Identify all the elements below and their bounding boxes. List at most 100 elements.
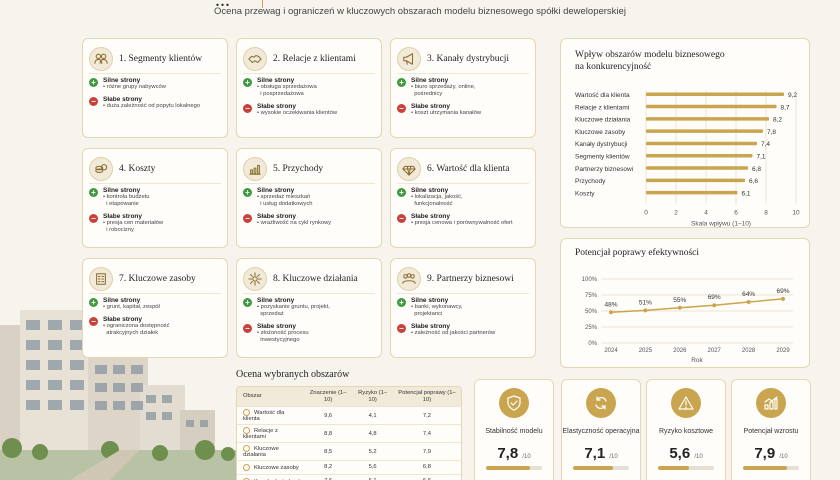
strengths-label: Silne strony [257,77,295,84]
minus-icon: − [243,214,252,223]
bar-value-label: 7,4 [761,141,770,148]
bar-category-label: Kluczowe zasoby [575,129,626,136]
weakness-text: koszt utrzymania kanałów [414,110,482,116]
strength-item: sprzedaż [257,311,330,318]
table-body: Wartość dla klienta 9,6 4,1 7,2 Relacje z kl… [237,405,461,480]
table-row: Relacje z klientami 8,8 4,8 7,4 [237,424,461,443]
bar-x-tick: 10 [792,210,800,217]
plus-icon: + [89,78,98,87]
weakness-item: • wysokie oczekiwania klientów [257,110,337,116]
bar-category-label: Partnerzy biznesowi [575,166,633,173]
table-cell-text: 4,1 [368,412,377,419]
strength-text: banki, wykonawcy, [414,304,463,310]
kpi-progress-bar [743,466,799,470]
area-assessment-table: Obszar Znaczenie (1–10) Ryzyko (1–10) Poten… [236,386,462,480]
line-x-tick: 2025 [639,348,653,354]
weaknesses-label: Słabe strony [103,213,143,220]
line-x-tick: 2028 [742,348,756,354]
table-cell-text: 4,8 [368,430,377,437]
strength-item: projektanci [411,311,463,318]
kpi-label: Ryzyko kosztowe [658,428,714,435]
weakness-text: i robocizny [106,227,134,233]
table-cell: Wartość dla klienta [237,405,304,425]
strengths-label: Silne strony [411,77,449,84]
bar-value-label: 7,8 [767,129,776,136]
line-value-label: 48% [604,301,617,308]
weakness-item: • duża zależność od popytu lokalnego [103,103,201,109]
strengths-section: + Silne strony • biuro sprzedaży, online, … [397,77,529,98]
strength-text: lokalizacja, jakość, [414,194,463,200]
card-header: 3. Kanały dystrybucji [397,44,529,74]
line-point [609,310,613,315]
weakness-item: atrakcyjnych działek [103,330,169,337]
plus-icon: + [89,188,98,197]
strengths-section: + Silne strony • sprzedaż mieszkań i usług… [243,187,375,208]
bar [646,154,753,158]
table-column-header: Obszar [237,387,304,407]
line-y-tick: 100% [582,277,598,283]
page-subtitle: Ocena przewag i ograniczeń w kluczowych … [214,6,626,17]
card-title: 7. Kluczowe zasoby [119,273,196,284]
bar [646,129,763,133]
table-cell: 8,5 [303,442,353,461]
card-title: 1. Segmenty klientów [119,53,203,64]
kpi-card: Potencjał wzrostu 7,9 /10 [731,379,811,480]
card-9: 9. Partnerzy biznesowi + Silne strony • ban… [390,258,536,358]
bar [646,178,745,183]
strength-item: • banki, wykonawcy, [411,304,463,310]
strength-text: pozyskanie gruntu, projekt, [260,304,330,310]
bar-chart: 0 2 4 6 8 10 Wartość dla klienta 9,2 Relacje z k… [575,90,800,228]
strength-text: pośrednicy [414,91,443,97]
weaknesses-section: − Słabe strony • koszt utrzymania kanałów [397,103,529,117]
card-header: 9. Partnerzy biznesowi [397,264,529,294]
handshake-icon [243,46,267,71]
line-value-label: 64% [742,291,755,298]
bar [646,190,738,195]
kpi-value-wrap: 7,1 /10 [562,445,640,462]
kpi-value-wrap: 7,8 /10 [475,445,553,462]
diamond-icon [397,156,421,181]
kpi-value: 7,1 [584,445,606,462]
bar-value-label: 9,2 [788,92,797,99]
table-cell: Kluczowe działania [237,442,304,461]
weaknesses-label: Słabe strony [257,103,297,110]
card-header: 2. Relacje z klientami [243,44,375,74]
weakness-item: • presja cen materiałów [103,220,164,226]
card-header: 5. Przychody [243,154,375,184]
kpi-label: Potencjał wzrostu [743,428,799,435]
plus-icon: + [397,78,406,87]
row-icon [243,427,250,435]
strengths-label: Silne strony [257,297,295,304]
table-cell-text: 8,8 [324,430,333,437]
table-column-header: Potencjał poprawy (1–10) [392,387,461,407]
weakness-text: złożoność procesu [260,330,309,336]
kpi-unit: /10 [694,454,703,460]
weakness-item: • wrażliwość na cykl rynkowy [257,220,332,226]
table-cell: Kluczowe zasoby [237,460,304,475]
strength-text: i etapowanie [106,201,139,207]
kpi-card: Elastyczność operacyjna 7,1 /10 [561,379,641,480]
bar-x-tick: 2 [674,210,678,217]
minus-icon: − [397,324,406,333]
strength-item: i etapowanie [103,201,150,208]
weaknesses-section: − Słabe strony • presja cenowa i porównywa… [397,213,529,227]
table-cell: 7,9 [392,442,461,461]
minus-icon: − [243,104,252,113]
bar-category-label: Kluczowe działania [575,117,631,124]
bar-value-label: 8,2 [773,117,782,124]
weaknesses-section: − Słabe strony • wysokie oczekiwania klien… [243,103,375,117]
strengths-label: Silne strony [257,187,295,194]
kpi-label: Stabilność modelu [485,428,543,435]
weakness-text: wrażliwość na cykl rynkowy [260,220,332,226]
line-value-label: 55% [673,297,686,304]
bar-category-label: Przychody [575,178,606,185]
strengths-section: + Silne strony • grunt, kapitał, zespół [89,297,221,311]
kpi-unit: /10 [779,454,788,460]
plus-icon: + [243,188,252,197]
plus-icon: + [89,298,98,307]
strength-item: • grunt, kapitał, zespół [103,304,160,310]
weaknesses-section: − Słabe strony • wrażliwość na cykl rynkow… [243,213,375,227]
line-y-tick: 0% [588,341,597,347]
bar [646,92,784,96]
refresh-icon [586,388,616,418]
